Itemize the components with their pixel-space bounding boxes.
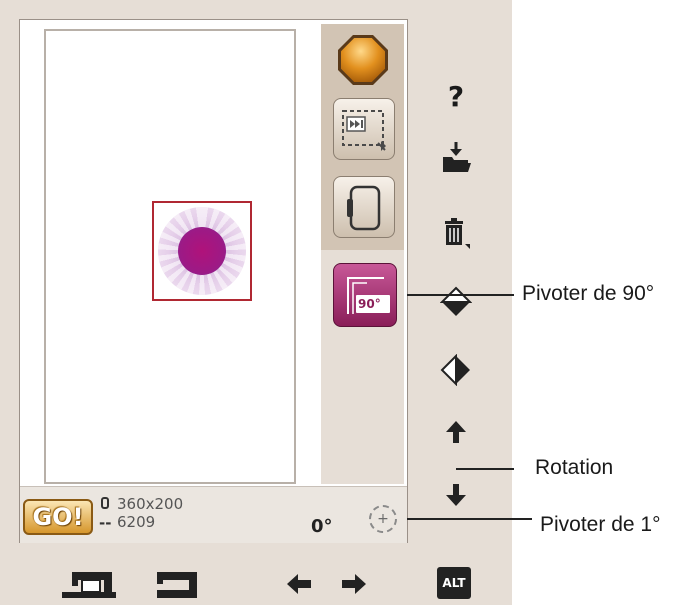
callout-line-rotation <box>456 468 514 470</box>
rotate-1-degree-dial[interactable]: + <box>369 505 397 533</box>
fit-to-hoop-icon <box>342 110 386 151</box>
embroidery-unit-button[interactable] <box>155 568 199 606</box>
rotate-90-button[interactable]: 90° <box>333 263 397 327</box>
go-button[interactable]: GO! <box>23 499 93 535</box>
trash-icon <box>445 218 470 249</box>
alt-button[interactable]: ALT <box>437 567 471 599</box>
mirror-vertical-icon <box>440 286 472 316</box>
right-tool-rail: 90° <box>321 24 404 484</box>
mirror-vertical-button[interactable] <box>436 282 476 322</box>
move-up-button[interactable] <box>436 412 476 452</box>
hoop-selection-button[interactable] <box>333 176 395 238</box>
callout-line-rotate1 <box>407 518 532 520</box>
callout-rotation: Rotation <box>535 456 614 479</box>
help-button[interactable]: ? <box>436 76 476 116</box>
rotate-90-icon <box>347 277 390 314</box>
rotate-90-label: 90° <box>358 297 381 311</box>
mirror-horizontal-icon <box>440 354 470 386</box>
arrow-up-icon <box>446 421 466 443</box>
machine-view-button[interactable] <box>58 568 122 606</box>
callout-line-rotate90 <box>407 294 514 296</box>
mirror-horizontal-button[interactable] <box>436 350 476 390</box>
rotation-angle: 0° <box>311 516 333 537</box>
sewing-machine-icon <box>62 572 116 598</box>
fit-to-hoop-button[interactable] <box>333 98 395 160</box>
status-bar: GO! 360x200 -- 6209 0° + <box>20 486 407 543</box>
hoop-icon <box>347 185 381 231</box>
callout-rotate90: Pivoter de 90° <box>522 282 655 305</box>
hoop-size-icon <box>101 497 109 509</box>
stitch-count: 6209 <box>117 513 156 531</box>
embroidery-machine-panel: 90° GO! 360x200 -- 6209 0° + ? ALT <box>0 0 512 605</box>
redo-button[interactable] <box>340 572 368 600</box>
arrow-down-icon <box>446 484 466 506</box>
undo-button[interactable] <box>285 572 313 600</box>
arrow-right-icon <box>342 574 366 594</box>
open-folder-icon <box>443 142 471 172</box>
callout-rotate1: Pivoter de 1° <box>540 513 661 536</box>
embroidery-screen: 90° GO! 360x200 -- 6209 0° + <box>19 19 408 543</box>
embroidery-hoop <box>44 29 296 484</box>
help-icon: ? <box>447 79 465 113</box>
octagon-icon <box>341 38 385 82</box>
embroidery-unit-icon <box>157 572 197 598</box>
move-down-button[interactable] <box>436 475 476 515</box>
selected-design-frame[interactable] <box>152 201 252 301</box>
flower-design[interactable] <box>158 207 246 295</box>
flower-center <box>178 227 226 275</box>
design-size: 360x200 <box>117 495 184 513</box>
open-folder-button[interactable] <box>436 137 476 177</box>
delete-button[interactable] <box>436 213 476 253</box>
stitch-count-prefix: -- <box>99 514 112 532</box>
arrow-left-icon <box>287 574 311 594</box>
